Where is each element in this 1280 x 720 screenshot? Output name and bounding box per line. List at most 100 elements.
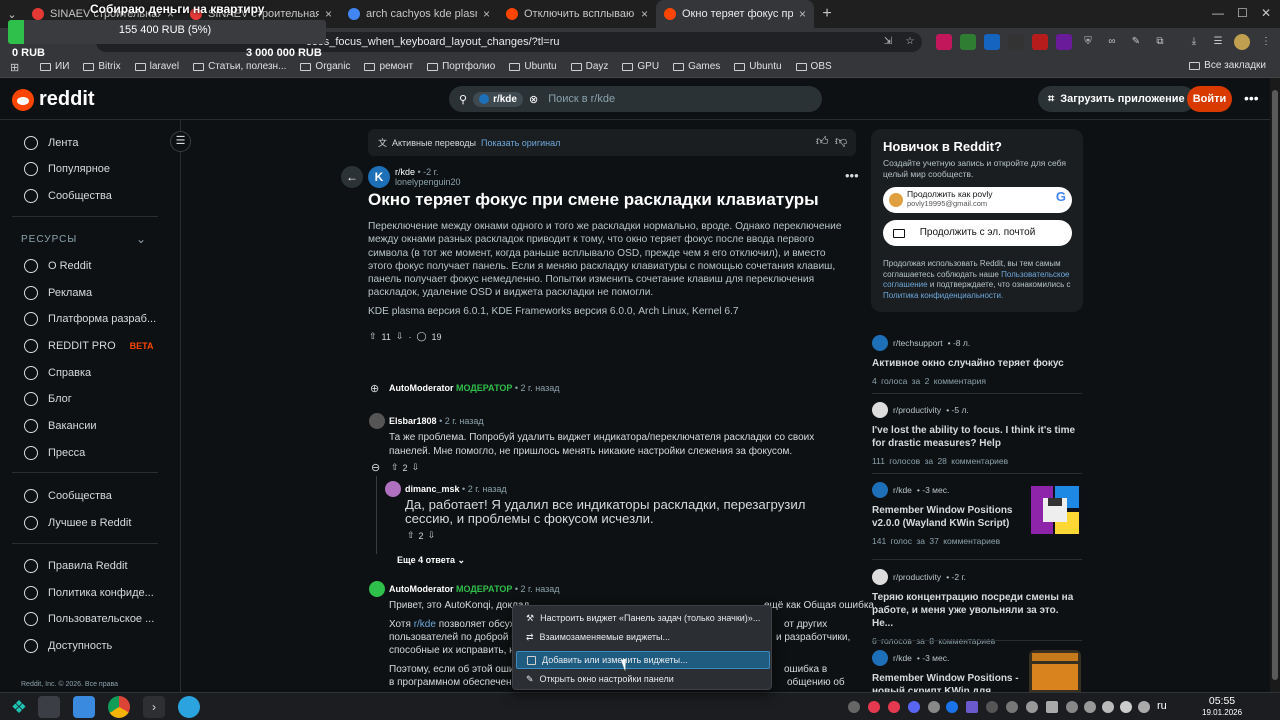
- sidebar-item-popular[interactable]: Популярное: [24, 162, 110, 176]
- notifications-icon[interactable]: [1138, 701, 1150, 713]
- extension-icon[interactable]: [936, 34, 952, 50]
- install-icon[interactable]: ⇲: [880, 34, 896, 50]
- extension-icon[interactable]: [1056, 34, 1072, 50]
- all-bookmarks-button[interactable]: Все закладки: [1189, 60, 1266, 71]
- audio-mixer-icon[interactable]: [928, 701, 940, 713]
- sidebar-item-reddit-pro[interactable]: REDDIT PRO BETA: [24, 339, 153, 353]
- sidebar-item-best-of[interactable]: Лучшее в Reddit: [24, 516, 131, 530]
- show-original-link[interactable]: Показать оригинал: [481, 138, 560, 148]
- close-window-icon[interactable]: ✕: [1261, 6, 1271, 20]
- more-replies-button[interactable]: Еще 4 ответа ⌄: [391, 552, 471, 568]
- get-app-button[interactable]: ⌗ Загрузить приложение: [1038, 86, 1195, 112]
- extension-icon[interactable]: ∞: [1104, 34, 1120, 50]
- chrome-icon[interactable]: [108, 696, 130, 718]
- thumbs-down-icon[interactable]: 👎︎: [835, 134, 847, 149]
- discord-icon[interactable]: [908, 701, 920, 713]
- tray-icon[interactable]: [946, 701, 958, 713]
- avatar[interactable]: [385, 481, 401, 497]
- comment-icon[interactable]: ◯: [416, 331, 426, 342]
- avatar[interactable]: [369, 581, 385, 597]
- extension-icon[interactable]: [1008, 34, 1024, 50]
- expand-comment-icon[interactable]: ⊕: [370, 382, 379, 395]
- browser-tab-active[interactable]: Окно теряет фокус при см...×: [656, 0, 814, 28]
- extension-icon[interactable]: [984, 34, 1000, 50]
- menu-item-alternative-widgets[interactable]: ⇄ Взаимозаменяемые виджеты...: [516, 628, 770, 646]
- page-scrollbar[interactable]: [1270, 78, 1280, 692]
- upvote-icon[interactable]: ⇧: [391, 462, 399, 473]
- bookmark-folder[interactable]: Games: [673, 61, 720, 72]
- reddit-logo[interactable]: reddit: [12, 88, 95, 111]
- bookmark-folder[interactable]: Dayz: [570, 61, 608, 72]
- collapse-thread-icon[interactable]: ⊖: [371, 461, 380, 474]
- telegram-icon[interactable]: [178, 696, 200, 718]
- maximize-icon[interactable]: ☐: [1237, 6, 1248, 20]
- menu-item-configure-widget[interactable]: ⚒ Настроить виджет «Панель задач (только …: [516, 609, 770, 627]
- chip-close-icon[interactable]: ⊗: [529, 93, 538, 106]
- sidebar-item-press[interactable]: Пресса: [24, 446, 85, 460]
- sidebar-item-about[interactable]: О Reddit: [24, 259, 91, 273]
- sidebar-item-communities[interactable]: Сообщества: [24, 189, 112, 203]
- tray-icon[interactable]: [888, 701, 900, 713]
- sidebar-item-home[interactable]: Лента: [24, 136, 78, 150]
- close-icon[interactable]: ×: [799, 7, 806, 21]
- related-post[interactable]: r/productivity • -5 л. I've lost the abil…: [872, 402, 1082, 466]
- tray-icon[interactable]: [986, 701, 998, 713]
- post-thumbnail[interactable]: [1029, 650, 1081, 692]
- post-author[interactable]: lonelypenguin20: [395, 177, 461, 187]
- sidebar-item-blog[interactable]: Блог: [24, 392, 72, 406]
- sidebar-item-user-agreement[interactable]: Пользовательское ...: [24, 612, 154, 626]
- sidebar-item-privacy[interactable]: Политика конфиде...: [24, 586, 154, 600]
- new-tab-button[interactable]: +: [814, 0, 840, 28]
- collapse-sidebar-button[interactable]: ☰: [170, 131, 191, 152]
- file-manager-icon[interactable]: [73, 696, 95, 718]
- post-thumbnail[interactable]: [1029, 484, 1081, 536]
- steam-icon[interactable]: [1006, 701, 1018, 713]
- search-input[interactable]: Поиск в r/kde: [548, 93, 615, 105]
- downvote-icon[interactable]: ⇩: [428, 530, 436, 541]
- close-icon[interactable]: ×: [641, 7, 648, 21]
- sidebar-item-rules[interactable]: Правила Reddit: [24, 559, 128, 573]
- browser-tab[interactable]: Отключить всплывающ...×: [498, 0, 656, 28]
- shield-icon[interactable]: ⛨: [1080, 34, 1096, 50]
- tray-icon[interactable]: [868, 701, 880, 713]
- thread-line[interactable]: [376, 476, 377, 554]
- back-button[interactable]: ←: [341, 166, 363, 188]
- profile-avatar[interactable]: [1234, 34, 1250, 50]
- app-launcher-icon[interactable]: ❖: [8, 696, 30, 718]
- search-bar[interactable]: ⚲ r/kde ⊗ Поиск в r/kde: [449, 86, 822, 112]
- subreddit-chip[interactable]: r/kde: [473, 91, 523, 107]
- email-continue-button[interactable]: Продолжить с эл. почтой: [883, 220, 1072, 246]
- login-button[interactable]: Войти: [1187, 86, 1232, 112]
- subreddit-avatar[interactable]: K: [368, 166, 390, 188]
- sidebar-item-developer[interactable]: Платформа разраб...: [24, 312, 156, 326]
- post-subreddit[interactable]: r/kde • -2 г.: [395, 167, 438, 177]
- bookmark-folder[interactable]: Ubuntu: [734, 61, 782, 72]
- related-post[interactable]: r/techsupport • -8 л. Активное окно случа…: [872, 335, 1082, 386]
- resources-heading[interactable]: РЕСУРСЫ: [21, 234, 77, 245]
- menu-item-open-panel-settings[interactable]: ✎ Открыть окно настройки панели: [516, 670, 770, 688]
- menu-item-add-edit-widgets[interactable]: Добавить или изменить виджеты...: [516, 651, 770, 669]
- tray-icon[interactable]: [966, 701, 978, 713]
- bookmark-folder[interactable]: OBS: [795, 61, 832, 72]
- network-icon[interactable]: [1084, 701, 1096, 713]
- sidebar-item-help[interactable]: Справка: [24, 366, 91, 380]
- download-icon[interactable]: ⤓: [1186, 34, 1202, 50]
- bookmark-folder[interactable]: Ubuntu: [509, 61, 557, 72]
- pen-icon[interactable]: ✎: [1128, 34, 1144, 50]
- tray-icon[interactable]: [1026, 701, 1038, 713]
- sidebar-item-careers[interactable]: Вакансии: [24, 419, 97, 433]
- bookmark-folder[interactable]: GPU: [622, 61, 659, 72]
- extension-icon[interactable]: [1032, 34, 1048, 50]
- clipboard-icon[interactable]: [1046, 701, 1058, 713]
- downvote-icon[interactable]: ⇩: [412, 462, 420, 473]
- upvote-icon[interactable]: ⇧: [369, 331, 377, 342]
- scrollbar-thumb[interactable]: [1272, 90, 1278, 680]
- puzzle-icon[interactable]: ⧉: [1152, 34, 1168, 50]
- volume-icon[interactable]: [1120, 701, 1132, 713]
- minimize-icon[interactable]: —: [1212, 6, 1224, 20]
- bookmark-folder[interactable]: Портфолио: [427, 61, 495, 72]
- browser-tab[interactable]: arch cachyos kde plasma k...×: [340, 0, 498, 28]
- related-post[interactable]: r/productivity • -2 г. Теряю концентрацию…: [872, 569, 1082, 646]
- media-icon[interactable]: ☰: [1210, 34, 1226, 50]
- extension-icon[interactable]: [960, 34, 976, 50]
